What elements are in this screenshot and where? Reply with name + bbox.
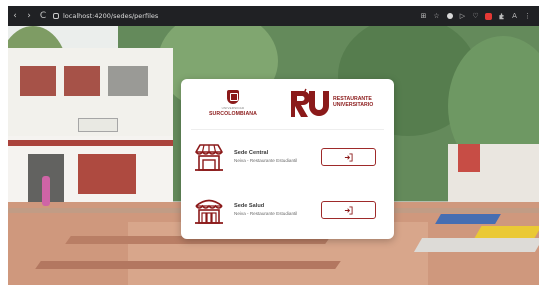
media-play-icon[interactable]: ▷ [457, 11, 468, 22]
extension-icon[interactable] [444, 11, 455, 22]
site-row-salud: Sede Salud Neiva - Restaurante Estudiant… [181, 194, 394, 230]
extensions-puzzle-icon[interactable] [496, 11, 507, 22]
site-name-salud: Sede Salud [234, 203, 265, 209]
profile-avatar-icon[interactable]: A [509, 11, 520, 22]
site-subtitle-central: Neiva - Restaurante Estudiantil [234, 158, 298, 163]
site-row-central: Sede Central Neiva - Restaurante Estudia… [181, 141, 394, 177]
restaurant-logo: RESTAURANTE UNIVERSITARIO [289, 87, 381, 121]
storefront-awning-icon [195, 144, 223, 171]
enter-central-button[interactable] [321, 148, 376, 166]
university-logo: UNIVERSIDAD SURCOLOMBIANA [207, 90, 259, 122]
enter-salud-button[interactable] [321, 201, 376, 219]
red-extension-icon[interactable] [483, 11, 494, 22]
install-app-icon[interactable]: ⊞ [418, 11, 429, 22]
site-name-central: Sede Central [234, 150, 269, 156]
login-arrow-icon [344, 205, 353, 215]
header-divider [191, 129, 384, 130]
address-bar[interactable]: localhost:4200/sedes/perfiles [63, 12, 158, 20]
logos-header: UNIVERSIDAD SURCOLOMBIANA RESTAURANTE UN… [181, 79, 394, 127]
restaurant-ru-mark-icon [291, 88, 329, 117]
site-info-icon[interactable] [50, 6, 62, 26]
heart-extension-icon[interactable]: ♡ [470, 11, 481, 22]
restaurant-logo-line2: UNIVERSITARIO [333, 102, 374, 108]
browser-toolbar: ‹ › C localhost:4200/sedes/perfiles ⊞ ☆ … [8, 6, 539, 26]
reload-button[interactable]: C [36, 6, 50, 26]
site-selection-card: UNIVERSIDAD SURCOLOMBIANA RESTAURANTE UN… [181, 79, 394, 239]
restaurant-logo-text: RESTAURANTE UNIVERSITARIO [333, 96, 373, 108]
university-shield-icon [227, 90, 239, 104]
extension-icons: ⊞ ☆ ▷ ♡ A ⋮ [418, 11, 539, 22]
bookmark-star-icon[interactable]: ☆ [431, 11, 442, 22]
browser-window: ‹ › C localhost:4200/sedes/perfiles ⊞ ☆ … [8, 6, 539, 285]
storefront-building-icon [195, 199, 223, 224]
university-logo-name: SURCOLOMBIANA [209, 111, 257, 117]
forward-button[interactable]: › [22, 6, 36, 26]
university-logo-small-text: UNIVERSIDAD [221, 106, 245, 110]
site-subtitle-salud: Neiva - Restaurante Estudiantil [234, 211, 298, 216]
back-button[interactable]: ‹ [8, 6, 22, 26]
login-arrow-icon [344, 152, 353, 162]
browser-menu-icon[interactable]: ⋮ [522, 11, 533, 22]
